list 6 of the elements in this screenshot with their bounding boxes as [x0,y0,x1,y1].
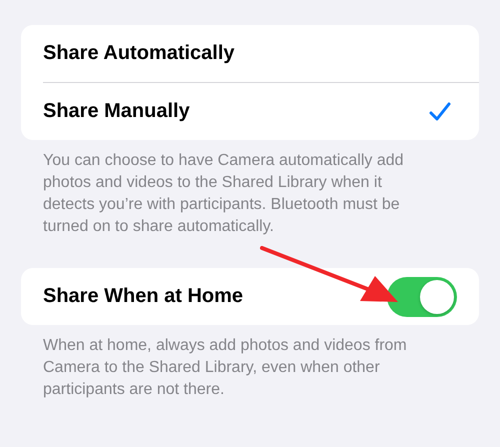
footer-text: You can choose to have Camera automatically add photos and videos to the Shared Library when it detects you’re with participants. Bluetooth must be turned on to share automatically. [42,151,405,237]
setting-label: Share When at Home [43,285,244,308]
toggle-switch[interactable] [387,276,457,316]
footer-text: When at home, always add photos and videos from Camera to the Shared Library, even when other participants are not there. [42,336,408,400]
share-option[interactable]: Share Automatically [21,25,479,82]
share-option[interactable]: Share Manually [21,83,479,140]
